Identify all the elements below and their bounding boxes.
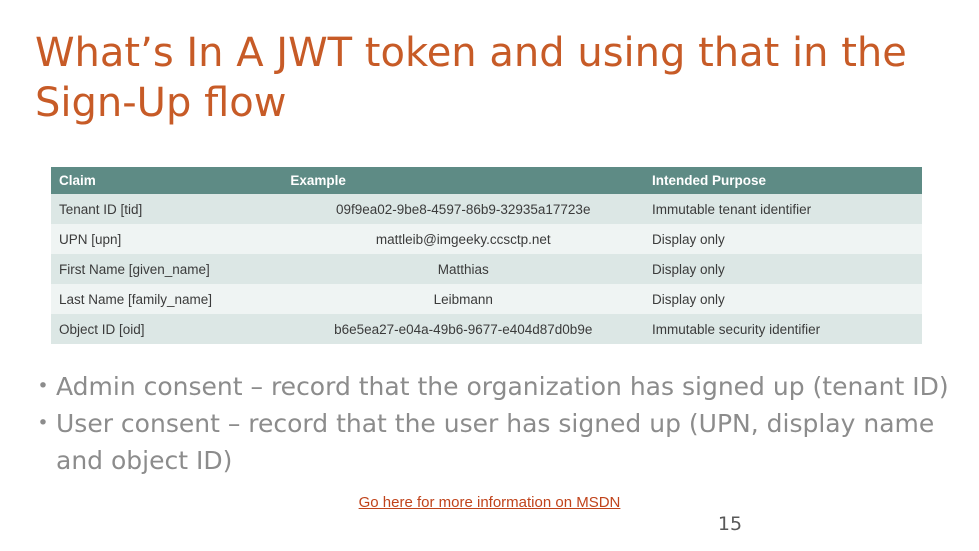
page-title: What’s In A JWT token and using that in …	[35, 30, 907, 126]
cell-example: b6e5ea27-e04a-49b6-9677-e404d87d0b9e	[282, 314, 645, 344]
cell-purpose: Immutable tenant identifier	[644, 194, 922, 224]
cell-claim: Object ID [oid]	[51, 314, 283, 344]
bullet-text: Admin consent – record that the organiza…	[56, 372, 949, 401]
cell-example: mattleib@imgeeky.ccsctp.net	[282, 224, 645, 254]
cell-example: Matthias	[282, 254, 645, 284]
table-row: Tenant ID [tid] 09f9ea02-9be8-4597-86b9-…	[51, 194, 922, 224]
cell-purpose: Display only	[644, 284, 922, 314]
column-header-claim: Claim	[51, 167, 283, 194]
list-item: • User consent – record that the user ha…	[30, 405, 950, 479]
table-header: Claim Example Intended Purpose	[51, 167, 922, 194]
cell-claim: Last Name [family_name]	[51, 284, 283, 314]
bullet-list: • Admin consent – record that the organi…	[30, 368, 950, 479]
bullet-text: User consent – record that the user has …	[56, 409, 935, 475]
slide: What’s In A JWT token and using that in …	[0, 0, 979, 551]
cell-purpose: Display only	[644, 224, 922, 254]
jwt-claims-table: Claim Example Intended Purpose Tenant ID…	[51, 167, 922, 344]
cell-purpose: Immutable security identifier	[644, 314, 922, 344]
msdn-link[interactable]: Go here for more information on MSDN	[359, 494, 621, 511]
bullet-icon: •	[37, 412, 49, 434]
column-header-example: Example	[282, 167, 645, 194]
table-body: Tenant ID [tid] 09f9ea02-9be8-4597-86b9-…	[51, 194, 922, 344]
page-number: 15	[717, 513, 743, 535]
table-header-row: Claim Example Intended Purpose	[51, 167, 922, 194]
table-row: First Name [given_name] Matthias Display…	[51, 254, 922, 284]
cell-purpose: Display only	[644, 254, 922, 284]
cell-claim: UPN [upn]	[51, 224, 283, 254]
msdn-link-container: Go here for more information on MSDN	[0, 494, 979, 511]
cell-example: 09f9ea02-9be8-4597-86b9-32935a17723e	[282, 194, 645, 224]
table-row: UPN [upn] mattleib@imgeeky.ccsctp.net Di…	[51, 224, 922, 254]
bullet-icon: •	[37, 375, 49, 397]
table-row: Object ID [oid] b6e5ea27-e04a-49b6-9677-…	[51, 314, 922, 344]
column-header-purpose: Intended Purpose	[644, 167, 922, 194]
cell-example: Leibmann	[282, 284, 645, 314]
table-row: Last Name [family_name] Leibmann Display…	[51, 284, 922, 314]
cell-claim: First Name [given_name]	[51, 254, 283, 284]
list-item: • Admin consent – record that the organi…	[30, 368, 950, 405]
cell-claim: Tenant ID [tid]	[51, 194, 283, 224]
